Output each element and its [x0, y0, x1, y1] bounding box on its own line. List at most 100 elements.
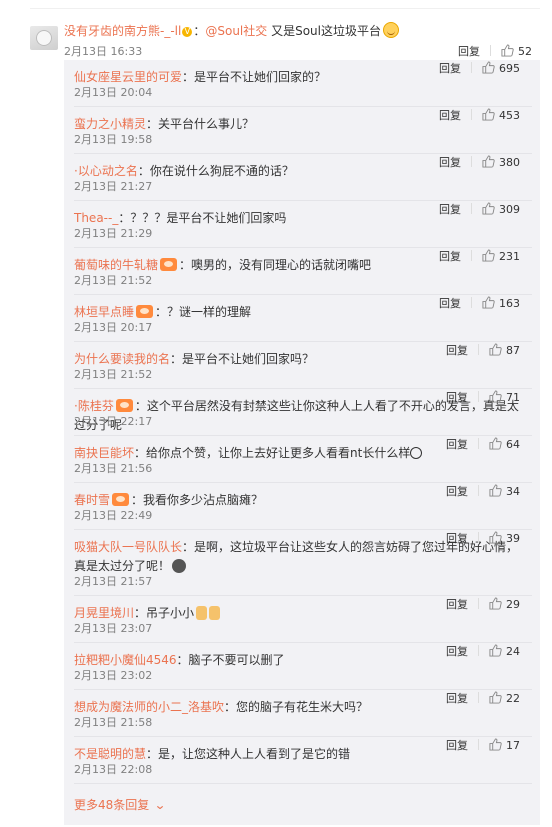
previous-comment-strip — [30, 0, 540, 9]
reply-username[interactable]: ·陈桂芬 — [74, 399, 114, 413]
like-icon[interactable] — [489, 531, 502, 544]
reply-username[interactable]: 月晃里境川 — [74, 606, 134, 620]
reply-actions: 回复 64 — [446, 436, 520, 476]
reply-username[interactable]: 为什么要读我的名 — [74, 352, 170, 366]
like-count: 380 — [499, 156, 520, 169]
like-count: 231 — [499, 250, 520, 263]
ghost-emoji-icon — [172, 559, 187, 573]
divider — [478, 532, 479, 543]
reply-body: ：你在说什么狗屁不通的话？ — [137, 164, 294, 178]
reply-username[interactable]: 蛮力之小精灵 — [74, 117, 146, 131]
reply-username[interactable]: 仙女座星云里的可爱 — [74, 70, 182, 84]
chevron-down-icon: ⌄ — [154, 798, 167, 812]
reply-button[interactable]: 回复 — [439, 62, 461, 75]
like-icon[interactable] — [489, 691, 502, 704]
reply-username[interactable]: ·以心动之名 — [74, 164, 138, 178]
reply-button[interactable]: 回复 — [446, 598, 468, 611]
reply-username[interactable]: 葡萄味的牛轧糖 — [74, 258, 158, 272]
divider — [478, 645, 479, 656]
reply-button[interactable]: 回复 — [446, 645, 468, 658]
reply-button[interactable]: 回复 — [446, 344, 468, 357]
smile-emoji-icon — [410, 447, 423, 459]
reply-button[interactable]: 回复 — [439, 203, 461, 216]
divider — [490, 45, 491, 56]
reply-body: ：吊子小小 — [134, 606, 195, 620]
reply-button[interactable]: 回复 — [458, 45, 480, 58]
like-icon[interactable] — [489, 597, 502, 610]
like-count: 34 — [506, 485, 520, 498]
like-count: 453 — [499, 109, 520, 122]
reply-time: 2月13日 21:27 — [74, 180, 153, 193]
reply-actions: 回复 17 — [446, 737, 520, 777]
reply-actions: 回复 231 — [439, 248, 520, 288]
divider — [471, 203, 472, 214]
reply-username[interactable]: 拉粑粑小魔仙4546 — [74, 653, 177, 667]
reply-button[interactable]: 回复 — [439, 156, 461, 169]
reply-button[interactable]: 回复 — [439, 250, 461, 263]
divider — [478, 438, 479, 449]
like-count: 39 — [506, 532, 520, 545]
reply-actions: 回复 87 — [446, 342, 520, 382]
comment-username[interactable]: 没有牙齿的南方熊-_-ll — [64, 24, 181, 38]
reply-time: 2月13日 21:29 — [74, 227, 153, 240]
avatar[interactable] — [30, 26, 58, 50]
like-icon[interactable] — [489, 390, 502, 403]
like-count: 309 — [499, 203, 520, 216]
reply-item: 月晃里境川：吊子小小 2月13日 23:07 回复 29 — [74, 596, 532, 643]
reply-body: ：脑子不要可以删了 — [176, 653, 285, 667]
comment-actions: 回复 52 — [458, 43, 532, 59]
vip-badge-icon — [160, 258, 178, 271]
reply-item: ·陈桂芬 ：这个平台居然没有封禁这些让你这种人上人看了不开心的发言，真是太过分了呢… — [74, 389, 532, 436]
reply-time: 2月13日 23:02 — [74, 669, 153, 682]
row-divider — [74, 783, 532, 784]
reply-time: 2月13日 21:56 — [74, 462, 153, 475]
divider — [471, 109, 472, 120]
reply-button[interactable]: 回复 — [446, 438, 468, 451]
divider — [478, 739, 479, 750]
reply-button[interactable]: 回复 — [446, 739, 468, 752]
reply-actions: 回复 34 — [446, 483, 520, 523]
like-icon[interactable] — [482, 249, 495, 262]
like-icon[interactable] — [482, 296, 495, 309]
reply-username[interactable]: 春时雪 — [74, 493, 110, 507]
divider — [471, 250, 472, 261]
reply-username[interactable]: 想成为魔法师的小二_洛基吹 — [74, 700, 224, 714]
reply-button[interactable]: 回复 — [446, 692, 468, 705]
divider — [471, 156, 472, 167]
reply-button[interactable]: 回复 — [446, 532, 468, 545]
reply-username[interactable]: Thea--_ — [74, 211, 118, 225]
vip-badge-icon — [115, 399, 133, 412]
reply-username[interactable]: 林垣早点睡 — [74, 305, 134, 319]
like-icon[interactable] — [482, 202, 495, 215]
reply-username[interactable]: 吸猫大队一号队队长 — [74, 540, 182, 554]
reply-username[interactable]: 南抉巨能坏 — [74, 446, 134, 460]
avatar-image — [36, 30, 52, 46]
reply-button[interactable]: 回复 — [439, 109, 461, 122]
divider — [478, 391, 479, 402]
reply-button[interactable]: 回复 — [439, 297, 461, 310]
reply-actions: 回复 22 — [446, 690, 520, 730]
reply-button[interactable]: 回复 — [446, 391, 468, 404]
mention-link[interactable]: @Soul社交 — [205, 24, 267, 38]
colon: ： — [193, 24, 206, 38]
like-icon[interactable] — [482, 155, 495, 168]
like-icon[interactable] — [489, 484, 502, 497]
reply-body: ：给你点个赞，让你上去好让更多人看看nt长什么样 — [134, 446, 411, 460]
like-icon[interactable] — [489, 343, 502, 356]
like-icon[interactable] — [482, 108, 495, 121]
reply-button[interactable]: 回复 — [446, 485, 468, 498]
reply-time: 2月13日 19:58 — [74, 133, 153, 146]
more-replies-link[interactable]: 更多48条回复 ⌄ — [74, 796, 167, 813]
like-icon[interactable] — [501, 44, 514, 57]
like-icon[interactable] — [489, 738, 502, 751]
reply-item: ·以心动之名：你在说什么狗屁不通的话？ 2月13日 21:27 回复 380 — [74, 154, 532, 201]
like-icon[interactable] — [489, 437, 502, 450]
reply-username[interactable]: 不是聪明的慧 — [74, 747, 146, 761]
like-icon[interactable] — [489, 644, 502, 657]
like-icon[interactable] — [482, 61, 495, 74]
reply-actions: 回复 163 — [439, 295, 520, 335]
like-count: 71 — [506, 391, 520, 404]
reply-time: 2月13日 20:04 — [74, 86, 153, 99]
like-count: 64 — [506, 438, 520, 451]
reply-item: 不是聪明的慧：是，让您这种人上人看到了是它的错 2月13日 22:08 回复 17 — [74, 737, 532, 784]
